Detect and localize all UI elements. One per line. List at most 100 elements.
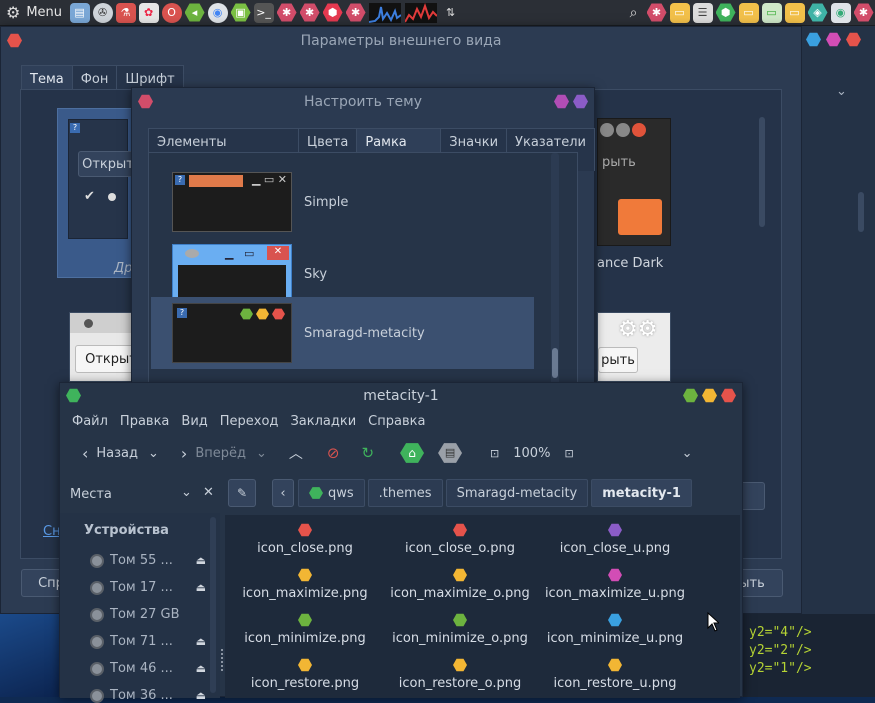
app-launcher-icon-2[interactable]: ✱	[299, 3, 320, 22]
device-item[interactable]: Том 36 ... ⏏	[90, 688, 206, 703]
crumb-home[interactable]: qws	[298, 479, 365, 507]
settings-launcher-icon[interactable]: ✇	[92, 2, 113, 23]
eye-icon[interactable]: ◉	[830, 2, 851, 23]
opera-launcher-icon[interactable]: O	[161, 2, 182, 23]
appearance-titlebar[interactable]: Параметры внешнего вида	[1, 27, 801, 55]
file-item[interactable]: icon_maximize.png	[225, 568, 385, 601]
play-launcher-icon[interactable]: ◂	[184, 3, 205, 22]
eject-icon[interactable]: ⏏	[196, 635, 206, 648]
tray-icon-4[interactable]: ✱	[853, 3, 874, 22]
minimize-hex-icon[interactable]	[683, 388, 698, 403]
crumb-smaragd[interactable]: Smaragd-metacity	[445, 479, 589, 507]
files-launcher-icon[interactable]: ▤	[69, 2, 90, 23]
file-item[interactable]: icon_minimize_u.png	[535, 613, 695, 646]
app-launcher-icon-1[interactable]: ✱	[276, 3, 297, 22]
sidebar-scrollbar[interactable]	[210, 517, 216, 693]
home-button[interactable]: ⌂	[400, 442, 425, 464]
places-dropdown-icon[interactable]: ⌄	[181, 485, 192, 500]
search-icon[interactable]: ⌕	[624, 3, 644, 23]
tray-icon-3[interactable]: ◈	[807, 3, 828, 22]
menu-view[interactable]: Вид	[181, 414, 207, 429]
folder-icon-3[interactable]: ▭	[761, 2, 782, 23]
menu-button[interactable]: ⚙ Menu	[0, 0, 68, 26]
file-item[interactable]: icon_restore_o.png	[380, 658, 540, 691]
zoom-out-button[interactable]: ⊡	[490, 447, 499, 460]
terminal-launcher-icon[interactable]: >_	[253, 2, 274, 23]
places-header[interactable]: Места	[70, 487, 112, 502]
menu-help[interactable]: Справка	[368, 414, 425, 429]
chevron-down-icon[interactable]: ⌄	[256, 446, 267, 461]
chrome-launcher-icon[interactable]: ◉	[207, 2, 228, 23]
tray-icon-1[interactable]: ✱	[646, 3, 667, 22]
device-item[interactable]: Том 17 ... ⏏	[90, 580, 206, 595]
folder-icon-1[interactable]: ▭	[669, 2, 690, 23]
app-launcher-icon-4[interactable]: ✱	[345, 3, 366, 22]
zoom-in-button[interactable]: ⊡	[564, 447, 573, 460]
file-item[interactable]: icon_close_u.png	[535, 523, 695, 556]
stop-button[interactable]: ⊘	[327, 444, 340, 462]
forward-button[interactable]: › Вперёд ⌄	[181, 444, 267, 463]
menu-edit[interactable]: Правка	[120, 414, 169, 429]
path-back-button[interactable]: ‹	[272, 479, 294, 507]
tray-icon-2[interactable]: ⬢	[715, 3, 736, 22]
network-status-icon[interactable]: ⇅	[441, 3, 461, 23]
close-hex-icon[interactable]	[138, 94, 153, 109]
list-scrollbar-thumb[interactable]	[552, 348, 558, 378]
file-item[interactable]: icon_minimize.png	[225, 613, 385, 646]
menu-bookmarks[interactable]: Закладки	[290, 414, 356, 429]
close-hex-icon[interactable]	[7, 33, 22, 48]
sidebar-resize-handle[interactable]	[221, 649, 223, 671]
theme-thumb-gears[interactable]: ⚙⚙ рыть	[597, 312, 671, 382]
eject-icon[interactable]: ⏏	[196, 554, 206, 567]
device-item[interactable]: Том 27 GB	[90, 607, 200, 622]
appearance-scrollbar[interactable]	[759, 117, 765, 227]
list-item-smaragd-metacity[interactable]: ? Smaragd-metacity	[167, 298, 550, 368]
flower-launcher-icon[interactable]: ✿	[138, 2, 159, 23]
chevron-down-icon[interactable]: ⌄	[836, 84, 847, 99]
bg-scrollbar[interactable]	[858, 192, 864, 232]
folder-icon-4[interactable]: ▭	[784, 2, 805, 23]
fm-titlebar[interactable]: metacity-1	[60, 383, 742, 409]
reload-button[interactable]: ↻	[361, 444, 374, 462]
details-link[interactable]: Сн	[43, 524, 61, 539]
chevron-down-icon[interactable]: ⌄	[148, 446, 159, 461]
customize-titlebar[interactable]: Настроить тему	[132, 88, 594, 116]
more-options-button[interactable]: ⌄	[682, 446, 693, 461]
file-item[interactable]: icon_close_o.png	[380, 523, 540, 556]
document-icon[interactable]: ☰	[692, 2, 713, 23]
edit-path-button[interactable]: ✎	[228, 479, 256, 507]
theme-thumb-dark[interactable]: рыть	[597, 118, 671, 246]
up-button[interactable]: ︿	[289, 443, 303, 463]
file-item[interactable]: icon_minimize_o.png	[380, 613, 540, 646]
eject-icon[interactable]: ⏏	[196, 581, 206, 594]
menu-file[interactable]: Файл	[72, 414, 108, 429]
eject-icon[interactable]: ⏏	[196, 662, 206, 675]
maximize-hex-icon[interactable]	[702, 388, 717, 403]
app-launcher-icon-3[interactable]: ⬢	[322, 3, 343, 22]
computer-button[interactable]: ▤	[438, 442, 463, 464]
file-item[interactable]: icon_maximize_o.png	[380, 568, 540, 601]
minimize-hex-icon[interactable]	[554, 94, 569, 109]
device-item[interactable]: Том 46 ... ⏏	[90, 661, 206, 676]
device-item[interactable]: Том 55 ... ⏏	[90, 553, 206, 568]
device-item[interactable]: Том 71 ... ⏏	[90, 634, 206, 649]
menu-go[interactable]: Переход	[220, 414, 279, 429]
png-file-icon	[608, 613, 622, 627]
eject-icon[interactable]: ⏏	[196, 689, 206, 702]
store-launcher-icon[interactable]: ▣	[230, 3, 251, 22]
file-item[interactable]: icon_restore.png	[225, 658, 385, 691]
network-graph	[405, 2, 438, 23]
theme-thumb-selected[interactable]: ? Открыт ✔ Дру	[57, 108, 140, 278]
crumb-metacity[interactable]: metacity-1	[591, 479, 692, 507]
flask-launcher-icon[interactable]: ⚗	[115, 2, 136, 23]
back-button[interactable]: ‹ Назад ⌄	[82, 444, 159, 463]
file-item[interactable]: icon_close.png	[225, 523, 385, 556]
crumb-themes[interactable]: .themes	[367, 479, 443, 507]
file-item[interactable]: icon_restore_u.png	[535, 658, 695, 691]
close-hex-icon[interactable]	[721, 388, 736, 403]
list-item-simple[interactable]: ? ▁ ▭ ✕ Simple	[167, 167, 550, 237]
folder-icon-2[interactable]: ▭	[738, 2, 759, 23]
maximize-hex-icon[interactable]	[573, 94, 588, 109]
close-sidebar-icon[interactable]: ✕	[203, 485, 214, 500]
file-item[interactable]: icon_maximize_u.png	[535, 568, 695, 601]
